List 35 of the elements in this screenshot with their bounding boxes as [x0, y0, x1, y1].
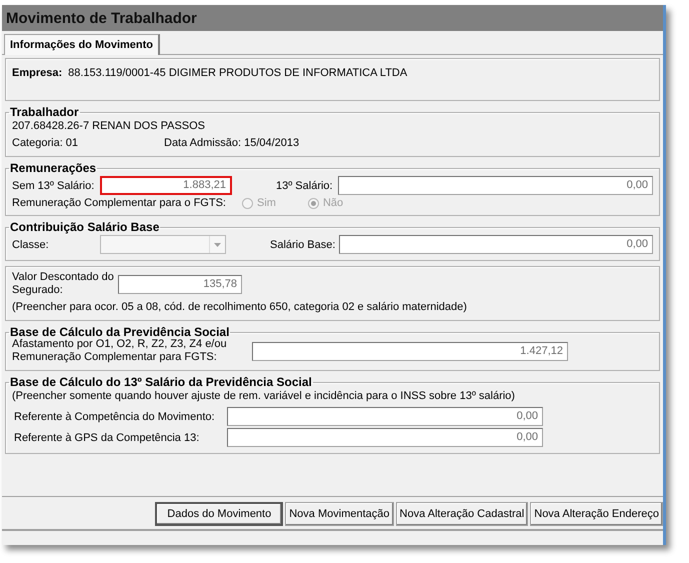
field-label: Classe:: [12, 238, 50, 250]
input-field[interactable]: 1.427,12: [252, 342, 568, 360]
action-button[interactable]: Nova Alteração Cadastral: [396, 502, 528, 526]
input-field[interactable]: 135,78: [118, 274, 242, 294]
category-text: Categoria: 01: [12, 136, 80, 151]
field-label: Sem 13º Salário:: [12, 180, 96, 192]
input-field[interactable]: 0,00: [339, 235, 653, 254]
input-field[interactable]: 0,00: [227, 428, 543, 447]
company-value: 88.153.119/0001-45 DIGIMER PRODUTOS DE INFORMATICA LTDA: [68, 67, 408, 79]
input-field[interactable]: 0,00: [338, 176, 653, 195]
section-title: Contribuição Salário Base: [9, 221, 160, 233]
field-label: Valor Descontado do Segurado:: [12, 271, 114, 297]
dropdown-arrow-icon: [214, 242, 221, 246]
field-label: Referente à Competência do Movimento:: [13, 410, 216, 422]
field-label: Referente à GPS da Competência 13:: [13, 432, 200, 444]
action-button[interactable]: Nova Alteração Endereço: [530, 502, 663, 526]
worker-name: 207.68428.26-7 RENAN DOS PASSOS: [12, 119, 206, 134]
section-title: Remunerações: [9, 162, 98, 174]
note-text: (Preencher para ocor. 05 a 08, cód. de recolhimento 650, categoria 02 e salário maternidade): [12, 300, 468, 315]
field-label: Remuneração Complementar para o FGTS:: [12, 197, 226, 209]
section-title: Base de Cálculo da Previdência Social: [9, 326, 230, 338]
section-title: Base de Cálculo do 13º Salário da Previdência Social: [9, 376, 313, 388]
action-button[interactable]: Nova Movimentação: [285, 502, 394, 526]
field-label: Salário Base:: [270, 238, 336, 250]
input-field[interactable]: 0,00: [227, 407, 543, 426]
note-text: (Preencher somente quando houver ajuste de rem. variável e incidência para o INSS sobre 13º salário): [12, 389, 516, 404]
input-field[interactable]: 1.883,21: [100, 176, 232, 195]
section-title: Trabalhador: [9, 106, 80, 118]
field-label: 13º Salário:: [276, 180, 334, 192]
admission-date: Data Admissão: 15/04/2013: [164, 137, 300, 149]
window-title: Movimento de Trabalhador: [2, 5, 663, 31]
company-label: Empresa:: [12, 67, 62, 79]
tab[interactable]: Informações do Movimento: [4, 34, 160, 55]
field-label: Afastamento por O1, O2, R, Z2, Z3, Z4 e/ou Remuneração Complementar para FGTS:: [12, 338, 228, 364]
action-button[interactable]: Dados do Movimento: [155, 502, 284, 526]
